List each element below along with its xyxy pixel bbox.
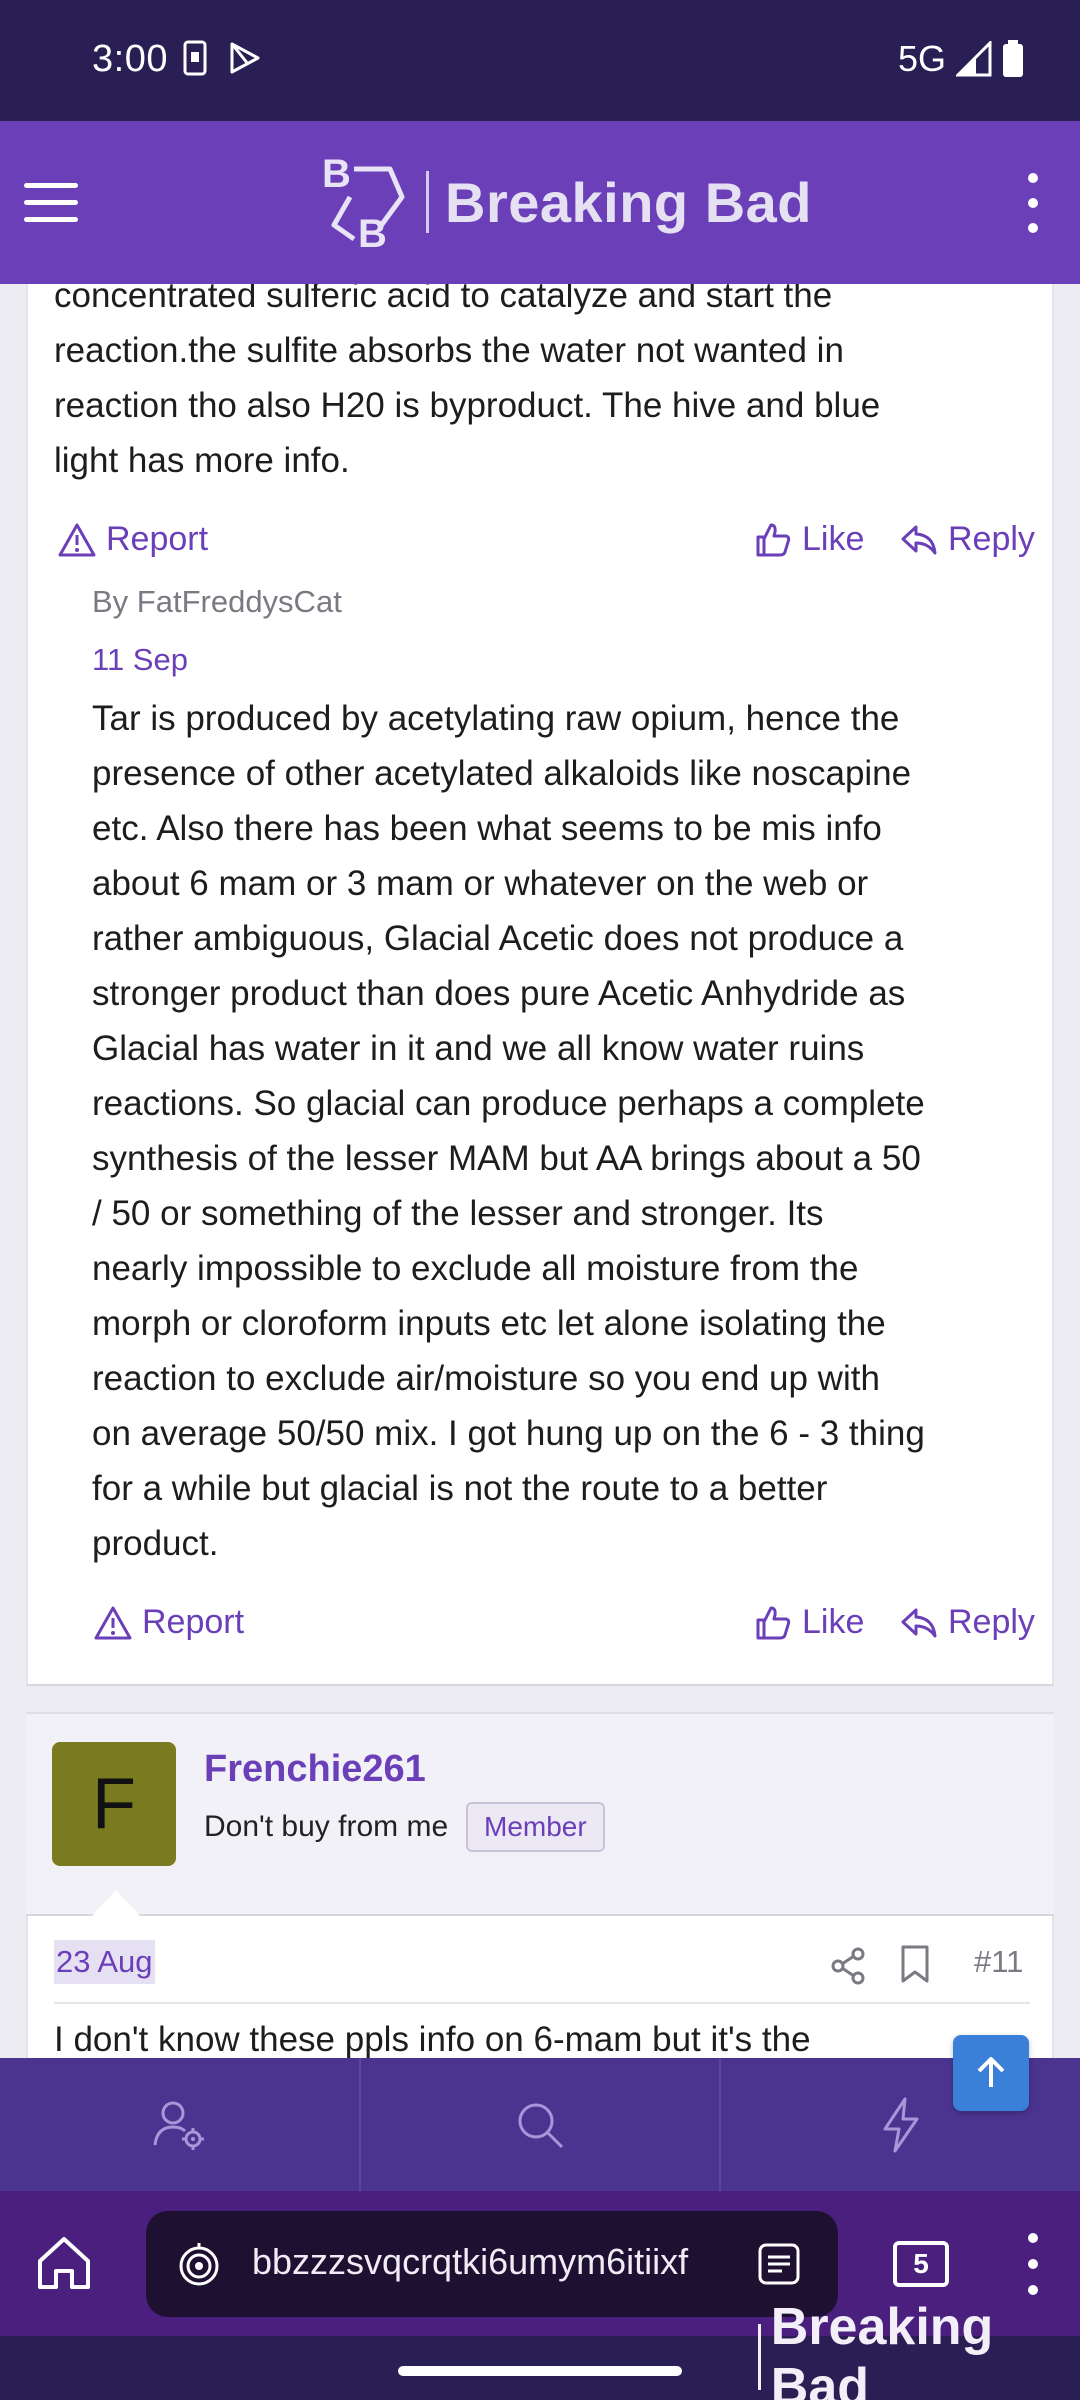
watermark: Breaking Bad bbox=[758, 2298, 1080, 2400]
reply-report-button[interactable]: Report bbox=[94, 1603, 244, 1642]
search-tab[interactable] bbox=[361, 2058, 722, 2191]
address-bar[interactable]: bbzzzsvqcrqtki6umym6itiixf bbox=[146, 2211, 838, 2317]
pointer-arrow bbox=[90, 1890, 142, 1918]
logo-divider bbox=[426, 171, 429, 233]
arrow-up-icon bbox=[977, 2057, 1005, 2087]
logo-mark-icon: B B bbox=[322, 152, 405, 256]
browser-menu-icon[interactable] bbox=[1028, 2233, 1040, 2295]
reader-mode-icon[interactable] bbox=[756, 2241, 802, 2287]
avatar[interactable]: F bbox=[52, 1742, 176, 1866]
notification-icons bbox=[182, 40, 262, 76]
site-logo[interactable]: B B Breaking Bad bbox=[320, 147, 812, 257]
post-card: concentrated sulferic acid to catalyze a… bbox=[26, 284, 1054, 1686]
reply-line: / 50 or something of the lesser and stro… bbox=[92, 1194, 824, 1233]
reply-label: Reply bbox=[948, 1603, 1035, 1641]
watermark-text: Breaking Bad bbox=[770, 2298, 994, 2400]
reply-date[interactable]: 11 Sep bbox=[92, 642, 188, 678]
onion-icon bbox=[179, 2243, 219, 2286]
menu-icon[interactable] bbox=[24, 183, 80, 223]
post-body: concentrated sulferic acid to catalyze a… bbox=[54, 284, 1034, 488]
reply-line: nearly impossible to exclude all moistur… bbox=[92, 1249, 859, 1288]
reply-line: reaction to exclude air/moisture so you … bbox=[92, 1359, 880, 1398]
reply-line: on average 50/50 mix. I got hung up on t… bbox=[92, 1414, 925, 1453]
reply-like-button[interactable]: Like bbox=[754, 1603, 864, 1642]
tabs-button[interactable]: 5 bbox=[893, 2241, 949, 2287]
home-icon[interactable] bbox=[34, 2233, 94, 2293]
site-header: B B Breaking Bad bbox=[0, 121, 1080, 284]
reply-reply-button[interactable]: Reply bbox=[900, 1603, 1035, 1642]
url-text[interactable]: bbzzzsvqcrqtki6umym6itiixf bbox=[252, 2241, 722, 2283]
reply-line: rather ambiguous, Glacial Acetic does no… bbox=[92, 919, 904, 958]
reply-line: about 6 mam or 3 mam or whatever on the … bbox=[92, 864, 869, 903]
reply-line: product. bbox=[92, 1524, 219, 1563]
reply-button[interactable]: Reply bbox=[900, 520, 1035, 559]
reply-line: Tar is produced by acetylating raw opium… bbox=[92, 699, 900, 738]
reply-line: presence of other acetylated alkaloids l… bbox=[92, 754, 912, 793]
bottom-nav bbox=[0, 2058, 1080, 2191]
next-post-preview: I don't know these ppls info on 6-mam bu… bbox=[54, 2020, 811, 2058]
reply-line: morph or cloroform inputs etc let alone … bbox=[92, 1304, 886, 1343]
signal-icon bbox=[956, 41, 992, 77]
battery-icon bbox=[1003, 40, 1023, 77]
member-badge: Member bbox=[466, 1802, 605, 1852]
svg-text:B: B bbox=[322, 152, 351, 196]
reply-label: Reply bbox=[948, 520, 1035, 558]
post-line: reaction.the sulfite absorbs the water n… bbox=[54, 331, 844, 370]
like-button[interactable]: Like bbox=[754, 520, 864, 559]
reply-author[interactable]: By FatFreddysCat bbox=[92, 584, 342, 620]
status-right: 5G bbox=[898, 38, 1024, 80]
warning-icon bbox=[94, 1606, 132, 1639]
bookmark-icon[interactable] bbox=[898, 1944, 932, 1984]
gesture-handle[interactable] bbox=[398, 2366, 682, 2376]
scroll-to-top-button[interactable] bbox=[953, 2035, 1029, 2111]
thumbs-up-icon bbox=[756, 523, 791, 556]
post-line: reaction tho also H20 is byproduct. The … bbox=[54, 386, 881, 425]
reply-line: stronger product than does pure Acetic A… bbox=[92, 974, 906, 1013]
reply-line: Glacial has water in it and we all know … bbox=[92, 1029, 865, 1068]
search-icon bbox=[518, 2103, 564, 2148]
post-number[interactable]: #11 bbox=[974, 1944, 1023, 1980]
reply-icon bbox=[901, 1608, 937, 1637]
reply-line: synthesis of the lesser MAM but AA bring… bbox=[92, 1139, 921, 1178]
reply-actions: Report Like Reply bbox=[28, 1603, 1056, 1663]
username[interactable]: Frenchie261 bbox=[204, 1748, 426, 1791]
like-label: Like bbox=[802, 520, 865, 558]
like-label: Like bbox=[802, 1603, 865, 1641]
thumbs-up-icon bbox=[756, 1606, 791, 1639]
user-title: Don't buy from me bbox=[204, 1810, 449, 1843]
account-settings-tab[interactable] bbox=[0, 2058, 361, 2191]
report-label: Report bbox=[142, 1603, 245, 1641]
reply-line: for a while but glacial is not the route… bbox=[92, 1469, 828, 1508]
more-options-icon[interactable] bbox=[1026, 173, 1040, 233]
post-date[interactable]: 23 Aug bbox=[54, 1940, 155, 1984]
watermark-divider bbox=[758, 2324, 761, 2390]
phone-notification-icon bbox=[183, 40, 207, 76]
reply-line: reactions. So glacial can produce perhap… bbox=[92, 1084, 925, 1123]
divider bbox=[54, 2002, 1030, 2004]
post-line: concentrated sulferic acid to catalyze a… bbox=[54, 284, 833, 315]
reply-icon bbox=[901, 525, 937, 554]
report-button[interactable]: Report bbox=[58, 520, 208, 559]
report-label: Report bbox=[106, 520, 209, 558]
reply-line: etc. Also there has been what seems to b… bbox=[92, 809, 882, 848]
site-name: Breaking Bad bbox=[445, 170, 812, 234]
reply-body: Tar is produced by acetylating raw opium… bbox=[92, 691, 1062, 1571]
svg-text:B: B bbox=[358, 212, 387, 256]
status-time: 3:00 bbox=[92, 38, 168, 80]
play-store-icon bbox=[230, 42, 260, 74]
warning-icon bbox=[58, 523, 96, 556]
share-icon[interactable] bbox=[828, 1946, 868, 1986]
member-block: F Frenchie261 Don't buy from me Member bbox=[26, 1712, 1054, 1918]
user-settings-icon bbox=[153, 2101, 205, 2150]
thread-content: concentrated sulferic acid to catalyze a… bbox=[0, 284, 1080, 2058]
network-label: 5G bbox=[897, 38, 946, 79]
status-bar: 3:00 5G bbox=[0, 0, 1080, 121]
post-meta: 23 Aug #11 I don't know these ppls info … bbox=[26, 1916, 1054, 2058]
post-actions: Report Like Reply bbox=[28, 520, 1056, 580]
lightning-icon bbox=[883, 2097, 919, 2152]
post-line: light has more info. bbox=[54, 441, 350, 480]
